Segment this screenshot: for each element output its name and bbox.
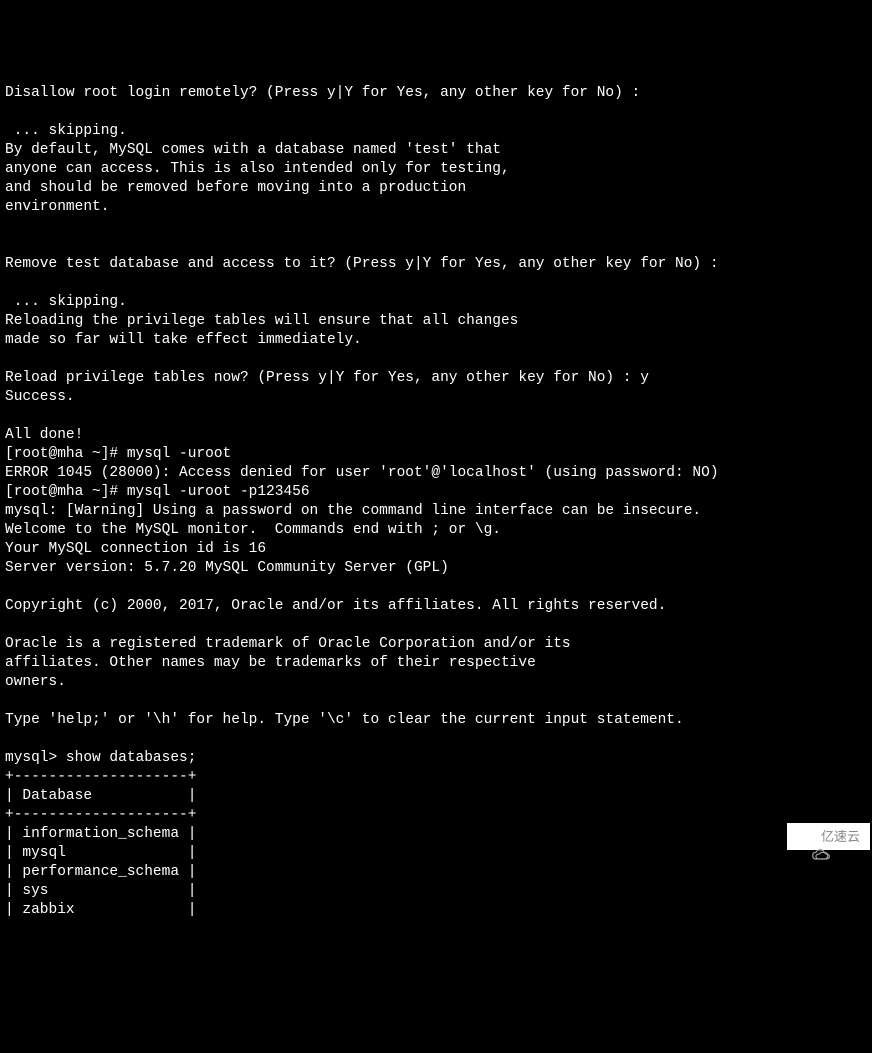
cloud-icon <box>797 830 817 844</box>
watermark: 亿速云 <box>787 823 870 850</box>
watermark-text: 亿速云 <box>821 827 860 846</box>
terminal-output[interactable]: Disallow root login remotely? (Press y|Y… <box>5 84 867 920</box>
